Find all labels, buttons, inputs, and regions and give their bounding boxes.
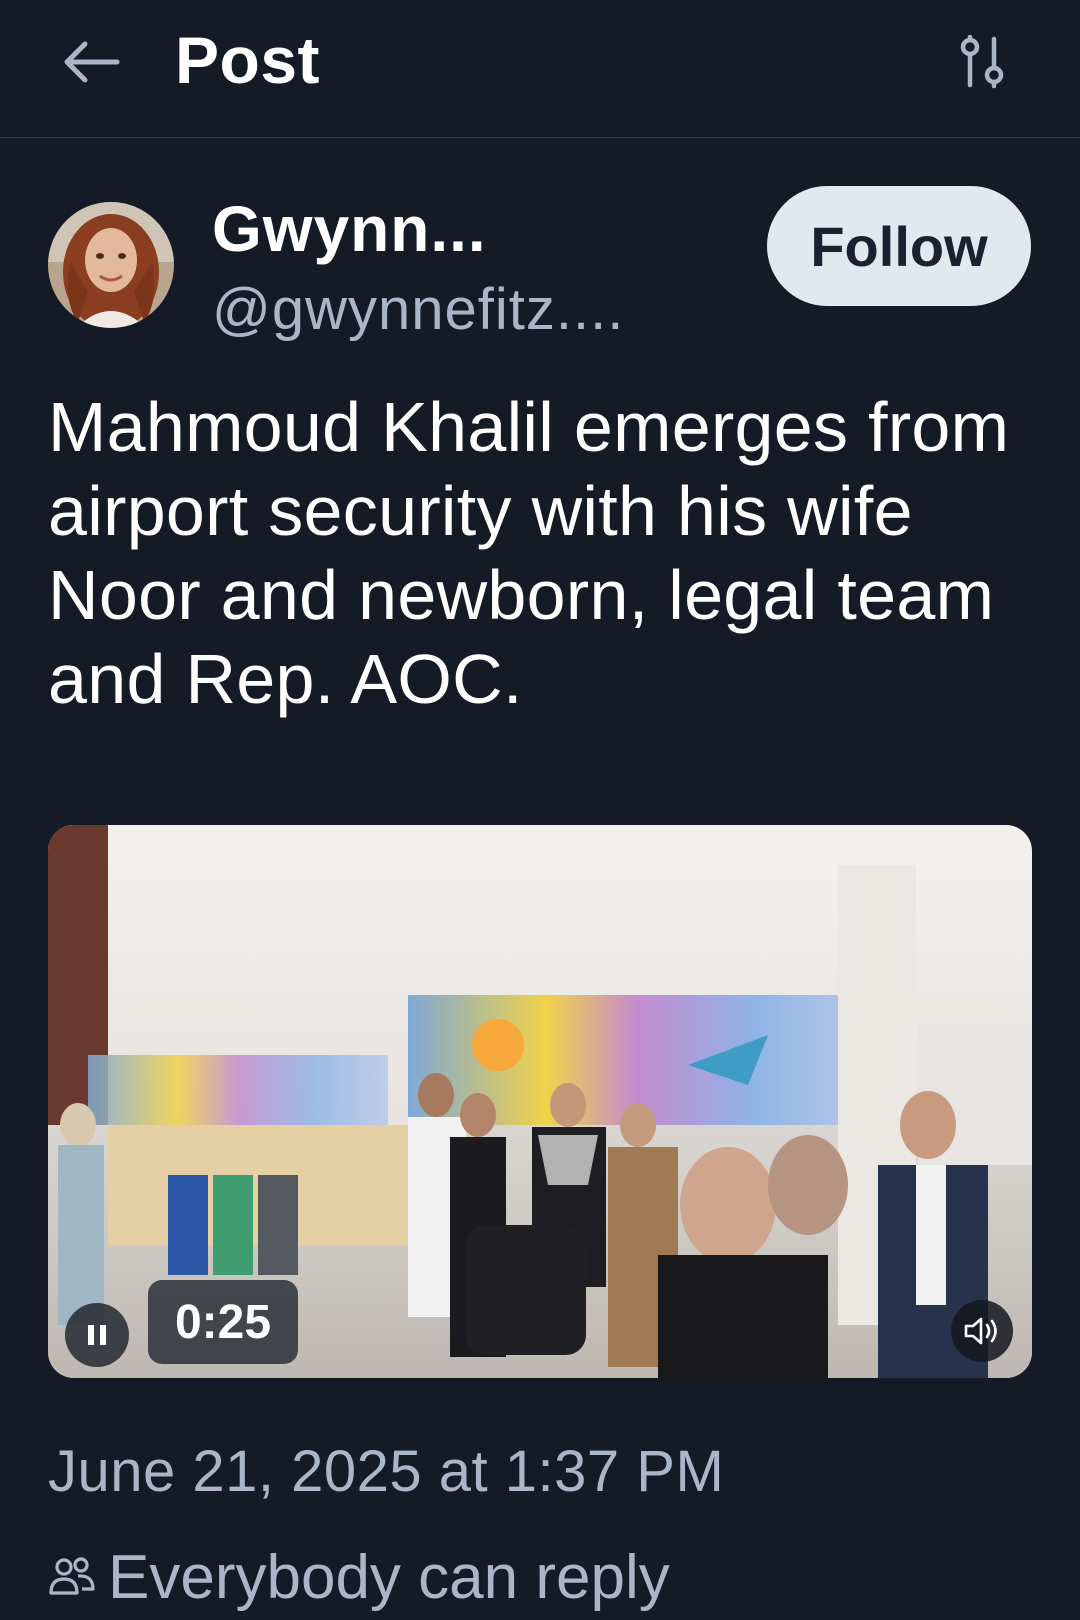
pause-icon xyxy=(88,1325,106,1345)
filter-button[interactable] xyxy=(950,32,1014,92)
reply-setting: Everybody can reply xyxy=(48,1540,670,1614)
user-handle[interactable]: @gwynnefitz.... xyxy=(212,276,624,343)
arrow-left-icon xyxy=(64,41,120,83)
sliders-icon xyxy=(960,35,1004,89)
pause-button[interactable] xyxy=(65,1303,129,1367)
volume-button[interactable] xyxy=(951,1300,1013,1362)
reply-setting-label: Everybody can reply xyxy=(108,1542,670,1612)
author-row: Gwynn... @gwynnefitz.... Follow xyxy=(0,180,1080,343)
video-time: 0:25 xyxy=(148,1280,298,1364)
top-bar: Post xyxy=(0,0,1080,138)
avatar-photo xyxy=(48,202,174,328)
video-player[interactable]: 0:25 xyxy=(48,825,1032,1378)
page-title: Post xyxy=(175,23,321,97)
volume-icon xyxy=(964,1317,997,1345)
follow-button[interactable]: Follow xyxy=(767,186,1031,306)
post-timestamp: June 21, 2025 at 1:37 PM xyxy=(48,1439,725,1504)
back-button[interactable] xyxy=(56,34,126,90)
display-name[interactable]: Gwynn... xyxy=(212,192,487,266)
post-text: Mahmoud Khalil emerges from airport secu… xyxy=(48,388,1010,718)
people-icon xyxy=(49,1557,95,1595)
avatar[interactable] xyxy=(48,202,174,328)
